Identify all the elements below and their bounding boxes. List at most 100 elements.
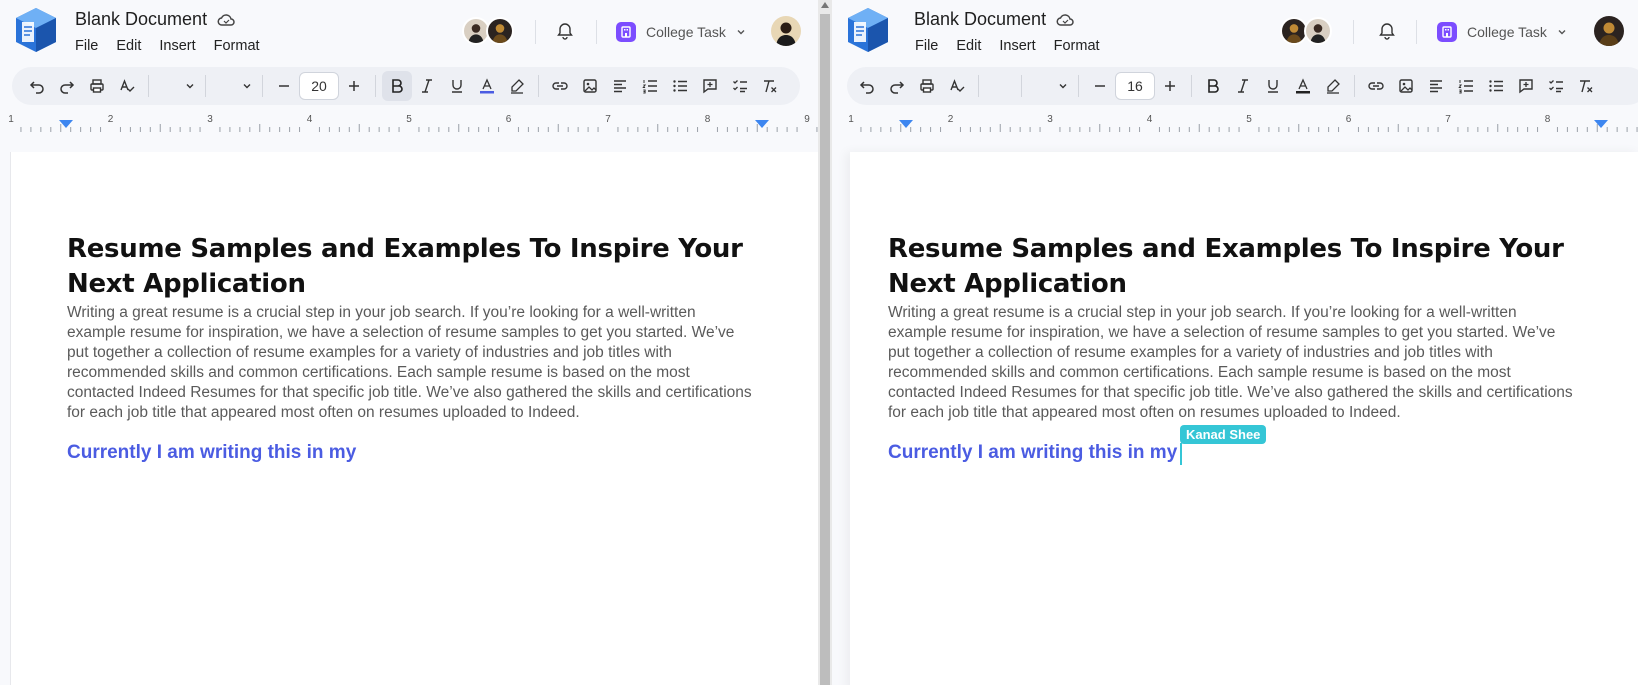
bold-button[interactable] — [382, 71, 412, 101]
workspace-selector[interactable]: College Task — [1437, 22, 1567, 42]
indent-marker[interactable] — [1594, 120, 1608, 128]
numbered-list-button[interactable] — [1451, 71, 1481, 101]
chevron-down-icon — [186, 84, 194, 89]
document-title[interactable]: Blank Document — [914, 9, 1046, 30]
spellcheck-button[interactable] — [112, 71, 142, 101]
bullet-list-button[interactable] — [1481, 71, 1511, 101]
clear-formatting-button[interactable] — [755, 71, 785, 101]
menu-edit[interactable]: Edit — [116, 38, 141, 54]
undo-icon — [29, 81, 44, 94]
bell-icon[interactable] — [1378, 22, 1396, 40]
ruler-label: 2 — [948, 114, 954, 125]
bullet-list-button[interactable] — [665, 71, 695, 101]
style-dropdown[interactable] — [985, 72, 1015, 100]
menu-insert[interactable]: Insert — [159, 38, 195, 54]
ruler-label: 6 — [1346, 114, 1352, 125]
user-avatar[interactable] — [771, 16, 801, 46]
highlight-button[interactable] — [1318, 71, 1348, 101]
split-view-divider[interactable] — [818, 0, 832, 685]
print-button[interactable] — [912, 71, 942, 101]
undo-button[interactable] — [22, 71, 52, 101]
scroll-up-arrow[interactable] — [821, 2, 829, 8]
menu-file[interactable]: File — [915, 38, 938, 54]
ruler: 1 2 3 4 5 6 7 8 — [832, 112, 1638, 138]
document-heading: Resume Samples and Examples To Inspire Y… — [67, 234, 743, 299]
collaborator-caret — [1180, 443, 1182, 465]
font-size-input[interactable]: 20 — [299, 72, 339, 100]
clear-formatting-button[interactable] — [1571, 71, 1601, 101]
comment-button[interactable] — [1511, 71, 1541, 101]
italic-button[interactable] — [412, 71, 442, 101]
spellcheck-button[interactable] — [942, 71, 972, 101]
font-family-dropdown[interactable] — [1028, 72, 1072, 100]
ruler-label: 1 — [8, 114, 14, 125]
highlight-button[interactable] — [502, 71, 532, 101]
chevron-down-icon — [1558, 30, 1566, 35]
menu-file[interactable]: File — [75, 38, 98, 54]
ruler-label: 5 — [1246, 114, 1252, 125]
user-avatar[interactable] — [1594, 16, 1624, 46]
collaborator-name-tag: Kanad Shee — [1180, 425, 1267, 444]
numbered-list-button[interactable] — [635, 71, 665, 101]
app-logo-icon[interactable] — [14, 6, 58, 54]
avatar[interactable] — [1304, 17, 1332, 45]
align-left-button[interactable] — [1421, 71, 1451, 101]
typed-text-line: Currently I am writing this in my — [67, 442, 357, 463]
increase-font-size-button[interactable] — [1155, 71, 1185, 101]
image-button[interactable] — [575, 71, 605, 101]
link-button[interactable] — [1361, 71, 1391, 101]
toolbar-divider — [538, 75, 539, 97]
link-button[interactable] — [545, 71, 575, 101]
checklist-button[interactable] — [725, 71, 755, 101]
ruler-label: 4 — [1147, 114, 1153, 125]
undo-button[interactable] — [852, 71, 882, 101]
checklist-button[interactable] — [1541, 71, 1571, 101]
italic-button[interactable] — [1228, 71, 1258, 101]
align-left-button[interactable] — [605, 71, 635, 101]
redo-button[interactable] — [882, 71, 912, 101]
bullet-list-icon — [1489, 80, 1503, 92]
ruler-label: 5 — [406, 114, 412, 125]
avatar[interactable] — [486, 17, 514, 45]
underline-button[interactable] — [1258, 71, 1288, 101]
bold-button[interactable] — [1198, 71, 1228, 101]
app-logo-icon[interactable] — [846, 6, 890, 54]
increase-font-size-button[interactable] — [339, 71, 369, 101]
font-size-input[interactable]: 16 — [1115, 72, 1155, 100]
comment-button[interactable] — [695, 71, 725, 101]
redo-button[interactable] — [52, 71, 82, 101]
typed-text-line: Currently I am writing this in my — [888, 442, 1178, 463]
bullet-list-icon — [673, 80, 687, 92]
style-dropdown[interactable] — [155, 72, 199, 100]
italic-icon — [422, 79, 432, 93]
menu-insert[interactable]: Insert — [999, 38, 1035, 54]
decrease-font-size-button[interactable] — [269, 71, 299, 101]
document-page[interactable]: Resume Samples and Examples To Inspire Y… — [850, 152, 1638, 685]
print-button[interactable] — [82, 71, 112, 101]
menu-edit[interactable]: Edit — [956, 38, 981, 54]
left-editor-pane: Blank Document File Edit Insert Format C… — [0, 0, 818, 685]
workspace-selector[interactable]: College Task — [616, 22, 746, 42]
font-family-dropdown[interactable] — [212, 72, 256, 100]
document-page[interactable]: Resume Samples and Examples To Inspire Y… — [10, 152, 818, 685]
document-title[interactable]: Blank Document — [75, 9, 207, 30]
text-color-icon — [480, 78, 494, 94]
italic-icon — [1238, 79, 1248, 93]
text-color-button[interactable] — [472, 71, 502, 101]
align-left-icon — [614, 80, 626, 93]
underline-icon — [452, 80, 462, 93]
decrease-font-size-button[interactable] — [1085, 71, 1115, 101]
menu-format[interactable]: Format — [214, 38, 260, 54]
image-button[interactable] — [1391, 71, 1421, 101]
scrollbar-thumb[interactable] — [820, 14, 830, 685]
text-color-button[interactable] — [1288, 71, 1318, 101]
checklist-icon — [733, 80, 747, 93]
workspace-name: College Task — [646, 24, 726, 40]
undo-icon — [859, 81, 874, 94]
right-editor-pane: Blank Document File Edit Insert Format C… — [832, 0, 1638, 685]
menu-format[interactable]: Format — [1054, 38, 1100, 54]
underline-button[interactable] — [442, 71, 472, 101]
clear-format-icon — [764, 80, 777, 93]
bell-icon[interactable] — [556, 22, 574, 40]
numbered-list-icon — [1458, 80, 1473, 94]
